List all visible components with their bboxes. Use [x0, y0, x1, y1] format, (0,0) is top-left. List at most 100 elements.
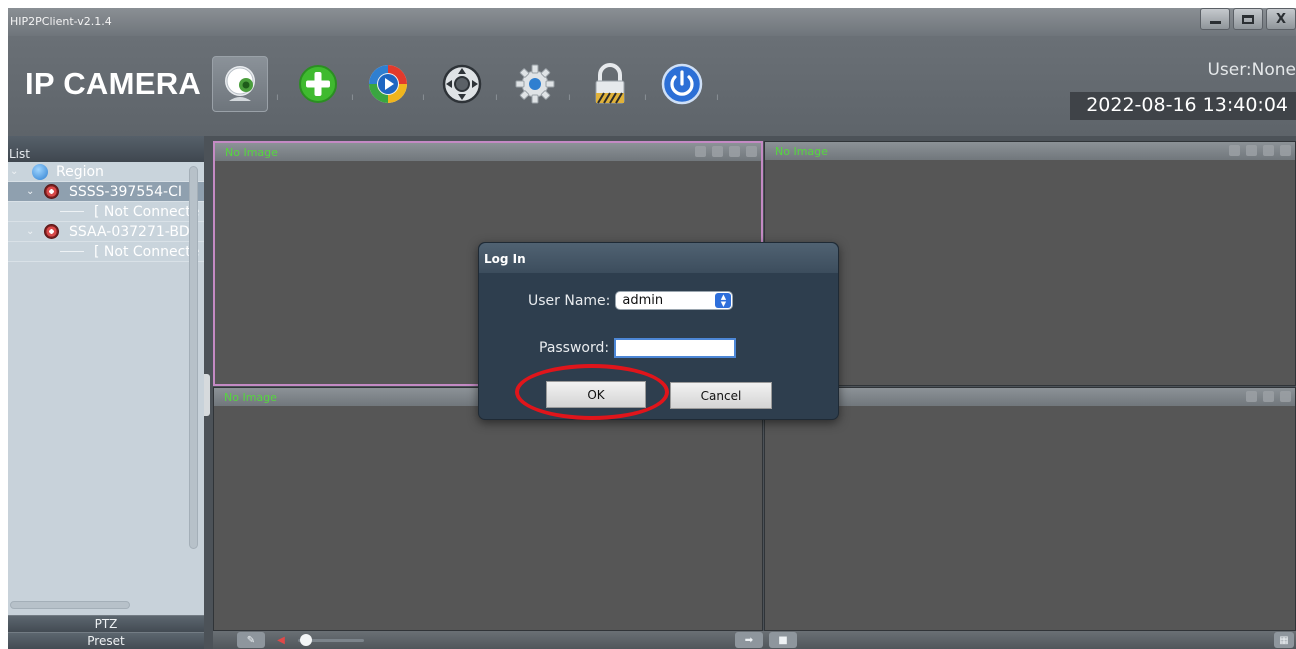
device-name: SSAA-037271-BD — [69, 223, 190, 240]
bottom-control-bar: ✎ ◀ ➡ ■ ▦ — [213, 631, 1296, 649]
device-sidebar: List ⌄ Region ⌄ SSSS-397554-CI [ Not Con… — [8, 136, 204, 649]
username-value: admin — [622, 293, 664, 308]
brand-logo-text: IP CAMERA — [25, 66, 202, 101]
window-title: HIP2PClient-v2.1.4 — [10, 15, 112, 28]
minimize-button[interactable] — [1200, 8, 1230, 30]
microphone-button[interactable]: ✎ — [237, 632, 265, 648]
play-icon — [369, 65, 407, 103]
add-device-button[interactable] — [290, 56, 346, 112]
speaker-muted-icon: ◀ — [277, 634, 285, 646]
device-status: [ Not Connecte — [94, 203, 200, 220]
no-image-label: No Image — [224, 391, 277, 404]
updown-arrows-icon: ▲ ▼ — [715, 293, 732, 308]
grid-layout-button[interactable]: ▦ — [1274, 632, 1294, 648]
close-icon[interactable] — [746, 146, 757, 157]
maximize-button[interactable] — [1233, 8, 1263, 30]
device-tree: ⌄ Region ⌄ SSSS-397554-CI [ Not Connecte… — [8, 162, 204, 262]
ok-button[interactable]: OK — [546, 381, 646, 408]
tree-horizontal-scrollbar[interactable] — [10, 601, 130, 609]
tree-vertical-scrollbar[interactable] — [189, 166, 198, 549]
chevron-down-icon[interactable]: ⌄ — [10, 166, 22, 177]
tree-device-1[interactable]: ⌄ SSSS-397554-CI — [8, 182, 204, 202]
audio-icon[interactable] — [1246, 145, 1257, 156]
device-list-title: List — [8, 136, 204, 162]
snapshot-all-button[interactable]: ■ — [769, 632, 797, 648]
lock-button[interactable] — [582, 56, 638, 112]
record-all-button[interactable]: ➡ — [735, 632, 763, 648]
grid-icon: ▦ — [1279, 634, 1289, 646]
tree-region[interactable]: ⌄ Region — [8, 162, 204, 182]
maximize-icon — [1242, 14, 1254, 24]
clock-display: 2022-08-16 13:40:04 — [1070, 92, 1296, 120]
pane-controls — [695, 146, 757, 157]
username-select[interactable]: admin ▲ ▼ — [615, 291, 734, 310]
snapshot-icon[interactable] — [1263, 145, 1274, 156]
username-row: User Name: admin ▲ ▼ — [528, 291, 734, 310]
ptz-icon — [442, 64, 482, 104]
app-header: IP CAMERA ı ı ı ı ı ı ı User:None 2022-0… — [8, 36, 1296, 136]
preview-button[interactable] — [212, 56, 268, 112]
chevron-down-icon[interactable]: ⌄ — [26, 226, 38, 237]
pane-controls — [1246, 391, 1291, 402]
video-pane-3[interactable]: No Image — [213, 387, 763, 631]
pane-header: No Image — [215, 143, 761, 161]
ptz-button[interactable] — [434, 56, 490, 112]
snapshot-icon[interactable] — [1280, 391, 1291, 402]
tree-device-1-status[interactable]: [ Not Connecte — [8, 202, 204, 222]
record-icon[interactable] — [1246, 391, 1257, 402]
camera-icon — [44, 184, 59, 199]
lock-icon — [595, 63, 625, 104]
add-icon — [299, 65, 337, 103]
close-button[interactable]: X — [1266, 8, 1296, 30]
no-image-label: No Image — [775, 145, 828, 158]
tab-preset[interactable]: Preset — [8, 632, 204, 649]
cancel-button[interactable]: Cancel — [670, 382, 772, 409]
playback-button[interactable] — [360, 56, 416, 112]
sidebar-splitter[interactable] — [204, 136, 212, 649]
password-row: Password: — [539, 338, 737, 358]
current-user: User:None — [1207, 60, 1296, 80]
pane-header — [765, 388, 1295, 406]
no-image-label: No Image — [225, 146, 278, 159]
login-dialog: Log In User Name: admin ▲ ▼ Password: OK … — [478, 242, 839, 420]
snapshot-icon[interactable] — [729, 146, 740, 157]
password-label: Password: — [539, 340, 610, 356]
video-pane-2[interactable]: No Image — [764, 141, 1296, 386]
pane-header: No Image — [765, 142, 1295, 160]
collapse-sidebar-handle[interactable] — [204, 374, 210, 416]
record-icon[interactable] — [1229, 145, 1240, 156]
tree-connector — [60, 211, 84, 212]
tab-ptz[interactable]: PTZ — [8, 615, 204, 632]
volume-slider-knob[interactable] — [300, 634, 312, 646]
audio-icon[interactable] — [712, 146, 723, 157]
minimize-icon — [1209, 20, 1221, 24]
webcam-icon — [225, 66, 255, 101]
title-bar: HIP2PClient-v2.1.4 X — [8, 8, 1296, 36]
microphone-icon: ✎ — [246, 634, 256, 646]
pane-controls — [1229, 145, 1291, 156]
globe-icon — [32, 163, 48, 180]
device-name: SSSS-397554-CI — [69, 183, 182, 200]
mute-button[interactable]: ◀ — [267, 632, 295, 648]
password-input[interactable] — [614, 338, 737, 358]
settings-button[interactable] — [507, 56, 563, 112]
exit-button[interactable] — [654, 56, 710, 112]
gear-icon — [515, 64, 555, 104]
window-controls: X — [1200, 8, 1296, 30]
audio-icon[interactable] — [1263, 391, 1274, 402]
camera-icon: ■ — [778, 634, 788, 646]
video-pane-4[interactable] — [764, 387, 1296, 631]
tree-device-2[interactable]: ⌄ SSAA-037271-BD — [8, 222, 204, 242]
record-icon: ➡ — [744, 634, 754, 646]
tree-device-2-status[interactable]: [ Not Connecte — [8, 242, 204, 262]
dialog-title: Log In — [479, 243, 838, 273]
power-icon — [661, 63, 703, 105]
chevron-down-icon[interactable]: ⌄ — [26, 186, 38, 197]
record-icon[interactable] — [695, 146, 706, 157]
close-icon[interactable] — [1280, 145, 1291, 156]
tree-connector — [60, 251, 84, 252]
region-label: Region — [56, 163, 104, 180]
device-status: [ Not Connecte — [94, 243, 200, 260]
username-label: User Name: — [528, 292, 611, 309]
camera-icon — [44, 224, 59, 239]
